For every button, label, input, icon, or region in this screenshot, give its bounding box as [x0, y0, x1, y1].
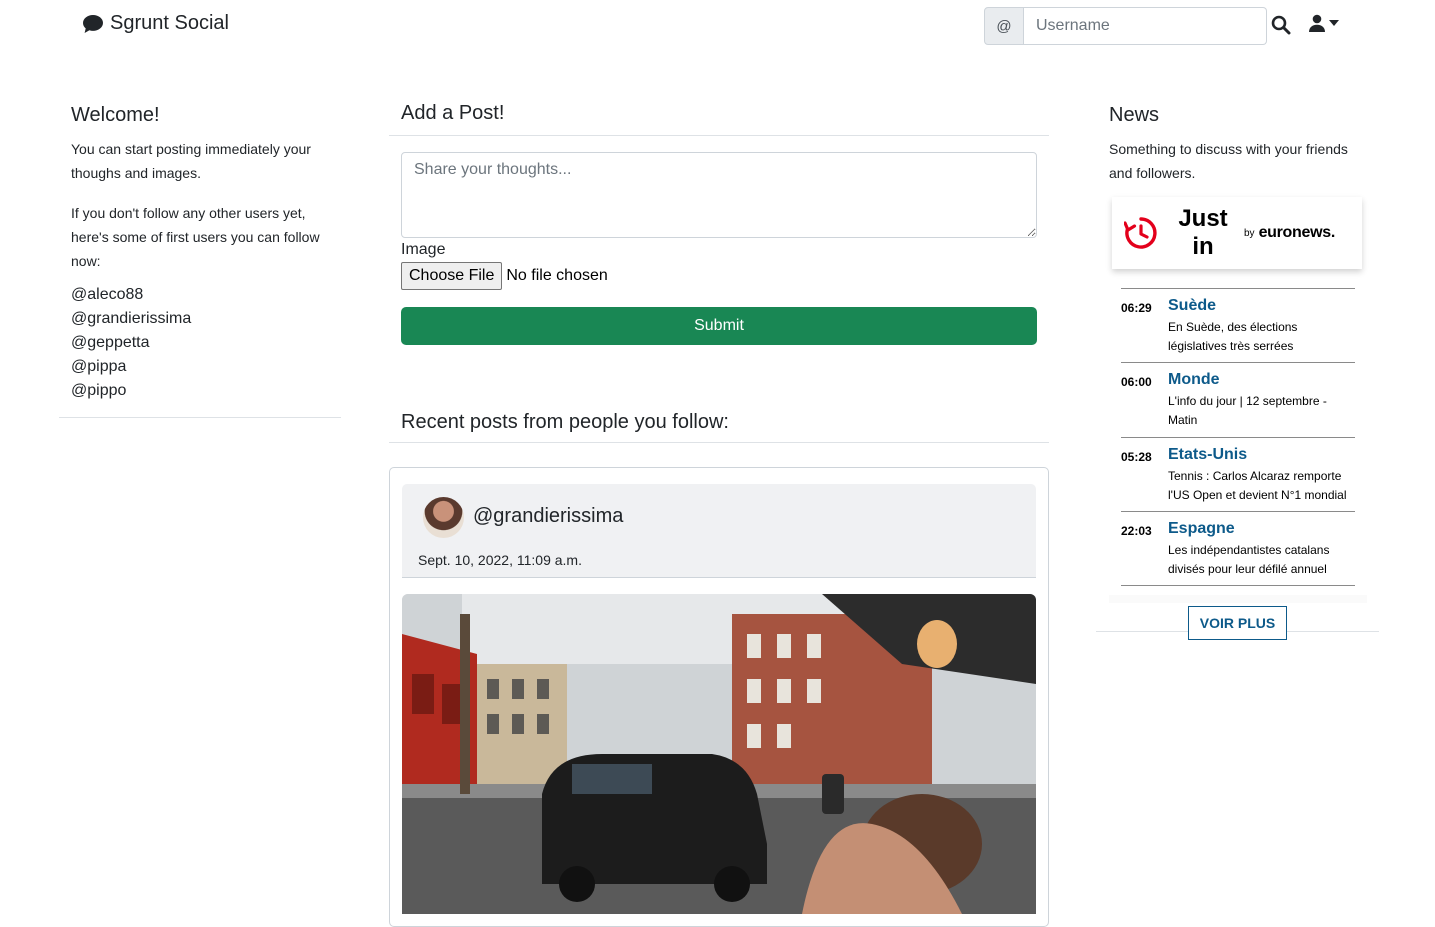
news-time: 22:03	[1121, 524, 1152, 538]
user-menu-dropdown[interactable]	[1309, 14, 1339, 32]
post-textarea[interactable]	[401, 152, 1037, 238]
news-headline[interactable]: L'info du jour | 12 septembre - Matin	[1168, 392, 1355, 430]
welcome-title: Welcome!	[71, 104, 160, 126]
suggested-user-link[interactable]: @pippa	[71, 358, 126, 375]
news-headline[interactable]: Les indépendantistes catalans divisés po…	[1168, 541, 1355, 579]
euronews-widget-header: Just in by euronews.	[1112, 197, 1362, 269]
user-icon	[1309, 14, 1325, 32]
news-item[interactable]: 05:28 Etats-Unis Tennis : Carlos Alcaraz…	[1121, 437, 1355, 511]
recent-posts-title: Recent posts from people you follow:	[401, 411, 729, 433]
news-category[interactable]: Monde	[1168, 371, 1355, 389]
news-headline[interactable]: En Suède, des élections législatives trè…	[1168, 318, 1355, 356]
user-search-group: @	[984, 7, 1267, 45]
composer-title: Add a Post!	[401, 102, 505, 124]
list-item: @aleco88	[71, 283, 331, 307]
suggested-users-list: @aleco88 @grandierissima @geppetta @pipp…	[71, 283, 331, 403]
widget-by: by	[1244, 227, 1255, 239]
avatar[interactable]	[423, 497, 464, 538]
list-item: @grandierissima	[71, 307, 331, 331]
composer-header: Add a Post!	[389, 96, 1049, 136]
choose-file-button[interactable]: Choose File	[401, 262, 503, 290]
euronews-widget: Just in by euronews. 06:29 Suède En Suèd…	[1096, 197, 1379, 640]
news-time: 05:28	[1121, 450, 1152, 464]
post-image	[402, 594, 1036, 914]
news-list: 06:29 Suède En Suède, des élections légi…	[1121, 288, 1355, 586]
news-category[interactable]: Espagne	[1168, 520, 1355, 538]
news-item[interactable]: 06:29 Suède En Suède, des élections légi…	[1121, 288, 1355, 362]
brand-name: Sgrunt Social	[110, 12, 229, 34]
main-feed-column: Add a Post! Image Choose File No file ch…	[389, 96, 1049, 927]
news-category[interactable]: Etats-Unis	[1168, 446, 1355, 464]
list-item: @geppetta	[71, 331, 331, 355]
welcome-sidebar: Welcome! You can start posting immediate…	[59, 96, 341, 418]
welcome-intro: You can start posting immediately your t…	[71, 141, 311, 181]
post-card: @grandierissima Sept. 10, 2022, 11:09 a.…	[389, 467, 1049, 927]
username-search-input[interactable]	[1024, 7, 1267, 45]
search-icon[interactable]	[1271, 15, 1291, 35]
divider	[1109, 595, 1367, 603]
list-item: @pippo	[71, 379, 331, 403]
post-author[interactable]: @grandierissima	[473, 505, 623, 528]
news-category[interactable]: Suède	[1168, 297, 1355, 315]
street-photo	[402, 594, 1036, 914]
euronews-logo: euronews.	[1258, 224, 1336, 241]
image-label: Image	[401, 241, 446, 258]
suggested-user-link[interactable]: @geppetta	[71, 334, 150, 351]
suggested-user-link[interactable]: @grandierissima	[71, 310, 191, 327]
news-sidebar: News Something to discuss with your frie…	[1109, 96, 1359, 185]
divider	[1121, 585, 1355, 586]
news-item[interactable]: 22:03 Espagne Les indépendantistes catal…	[1121, 511, 1355, 585]
at-prefix: @	[984, 7, 1024, 45]
voir-plus-button[interactable]: VOIR PLUS	[1188, 606, 1287, 640]
news-item[interactable]: 06:00 Monde L'info du jour | 12 septembr…	[1121, 362, 1355, 437]
file-status: No file chosen	[506, 267, 608, 284]
post-form: Image Choose File No file chosen Submit	[389, 136, 1049, 345]
news-subtitle: Something to discuss with your friends a…	[1109, 141, 1348, 181]
post-header: @grandierissima Sept. 10, 2022, 11:09 a.…	[402, 484, 1036, 578]
post-date: Sept. 10, 2022, 11:09 a.m.	[418, 552, 582, 568]
news-time: 06:00	[1121, 375, 1152, 389]
brand-link[interactable]: Sgrunt Social	[82, 12, 229, 35]
follow-suggestion: If you don't follow any other users yet,…	[71, 205, 320, 269]
submit-button[interactable]: Submit	[401, 307, 1037, 345]
clock-refresh-icon	[1124, 217, 1157, 249]
recent-posts-header: Recent posts from people you follow:	[389, 407, 1049, 443]
widget-title: Just in	[1178, 205, 1228, 260]
file-input[interactable]: Choose File No file chosen	[401, 262, 1037, 290]
news-time: 06:29	[1121, 301, 1152, 315]
suggested-user-link[interactable]: @aleco88	[71, 286, 143, 303]
news-title: News	[1109, 104, 1160, 126]
news-headline[interactable]: Tennis : Carlos Alcaraz remporte l'US Op…	[1168, 467, 1355, 505]
suggested-user-link[interactable]: @pippo	[71, 382, 126, 399]
caret-down-icon	[1329, 20, 1339, 26]
list-item: @pippa	[71, 355, 331, 379]
comment-icon	[83, 14, 103, 33]
